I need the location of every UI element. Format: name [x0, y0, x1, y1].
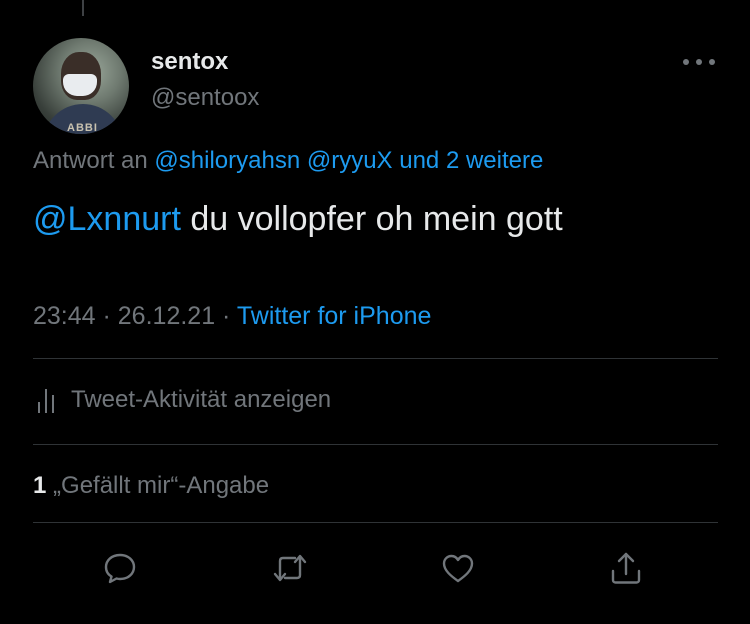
reply-context-prefix: Antwort an: [33, 147, 148, 174]
author-handle[interactable]: @sentoox: [151, 84, 259, 112]
like-button[interactable]: [438, 548, 478, 588]
avatar-face-mask-shape: [63, 74, 97, 96]
tweet-activity-button[interactable]: Tweet-Aktivität anzeigen: [33, 384, 331, 416]
avatar-shirt-lettering: ABBI: [67, 122, 98, 134]
more-icon-dot: [709, 59, 715, 65]
tweet-mention-link[interactable]: @Lxnnurt: [33, 200, 181, 238]
tweet-body-text: du vollopfer oh mein gott: [180, 200, 563, 238]
reply-others-link[interactable]: und 2 weitere: [399, 147, 543, 174]
tweet-time[interactable]: 23:44: [33, 302, 96, 330]
thread-connector-line: [82, 0, 84, 16]
tweet-date[interactable]: 26.12.21: [118, 302, 215, 330]
meta-separator: ·: [95, 302, 118, 330]
likes-label: „Gefällt mir“-Angabe: [46, 472, 270, 499]
more-icon-dot: [696, 59, 702, 65]
likes-count: 1: [33, 472, 47, 499]
reply-context: Antwort an @shiloryahsn @ryyuX und 2 wei…: [33, 147, 543, 175]
share-button[interactable]: [606, 548, 646, 588]
reply-mention-link[interactable]: @shiloryahsn: [154, 147, 300, 174]
divider: [33, 444, 718, 445]
tweet-body: @Lxnnurt du vollopfer oh mein gott: [33, 200, 563, 239]
tweet-meta: 23:44 · 26.12.21 · Twitter for iPhone: [33, 302, 431, 331]
more-icon[interactable]: [683, 52, 715, 72]
tweet-activity-label: Tweet-Aktivität anzeigen: [71, 386, 332, 413]
divider: [33, 522, 718, 523]
divider: [33, 358, 718, 359]
avatar[interactable]: ABBI: [33, 38, 129, 134]
retweet-icon: [273, 554, 307, 582]
reply-mention-link[interactable]: @ryyuX: [307, 147, 393, 174]
tweet-source-link[interactable]: Twitter for iPhone: [237, 302, 432, 330]
author-display-name[interactable]: sentox: [151, 48, 228, 76]
tweet-action-bar: [0, 548, 750, 588]
analytics-bars-icon: [33, 385, 61, 415]
reply-button[interactable]: [100, 548, 140, 588]
heart-icon: [442, 554, 474, 583]
meta-separator: ·: [215, 302, 237, 330]
reply-bubble-icon: [104, 553, 136, 584]
retweet-button[interactable]: [270, 548, 310, 588]
share-upload-icon: [611, 552, 641, 584]
more-icon-dot: [683, 59, 689, 65]
likes-summary[interactable]: 1 „Gefällt mir“-Angabe: [33, 472, 269, 500]
